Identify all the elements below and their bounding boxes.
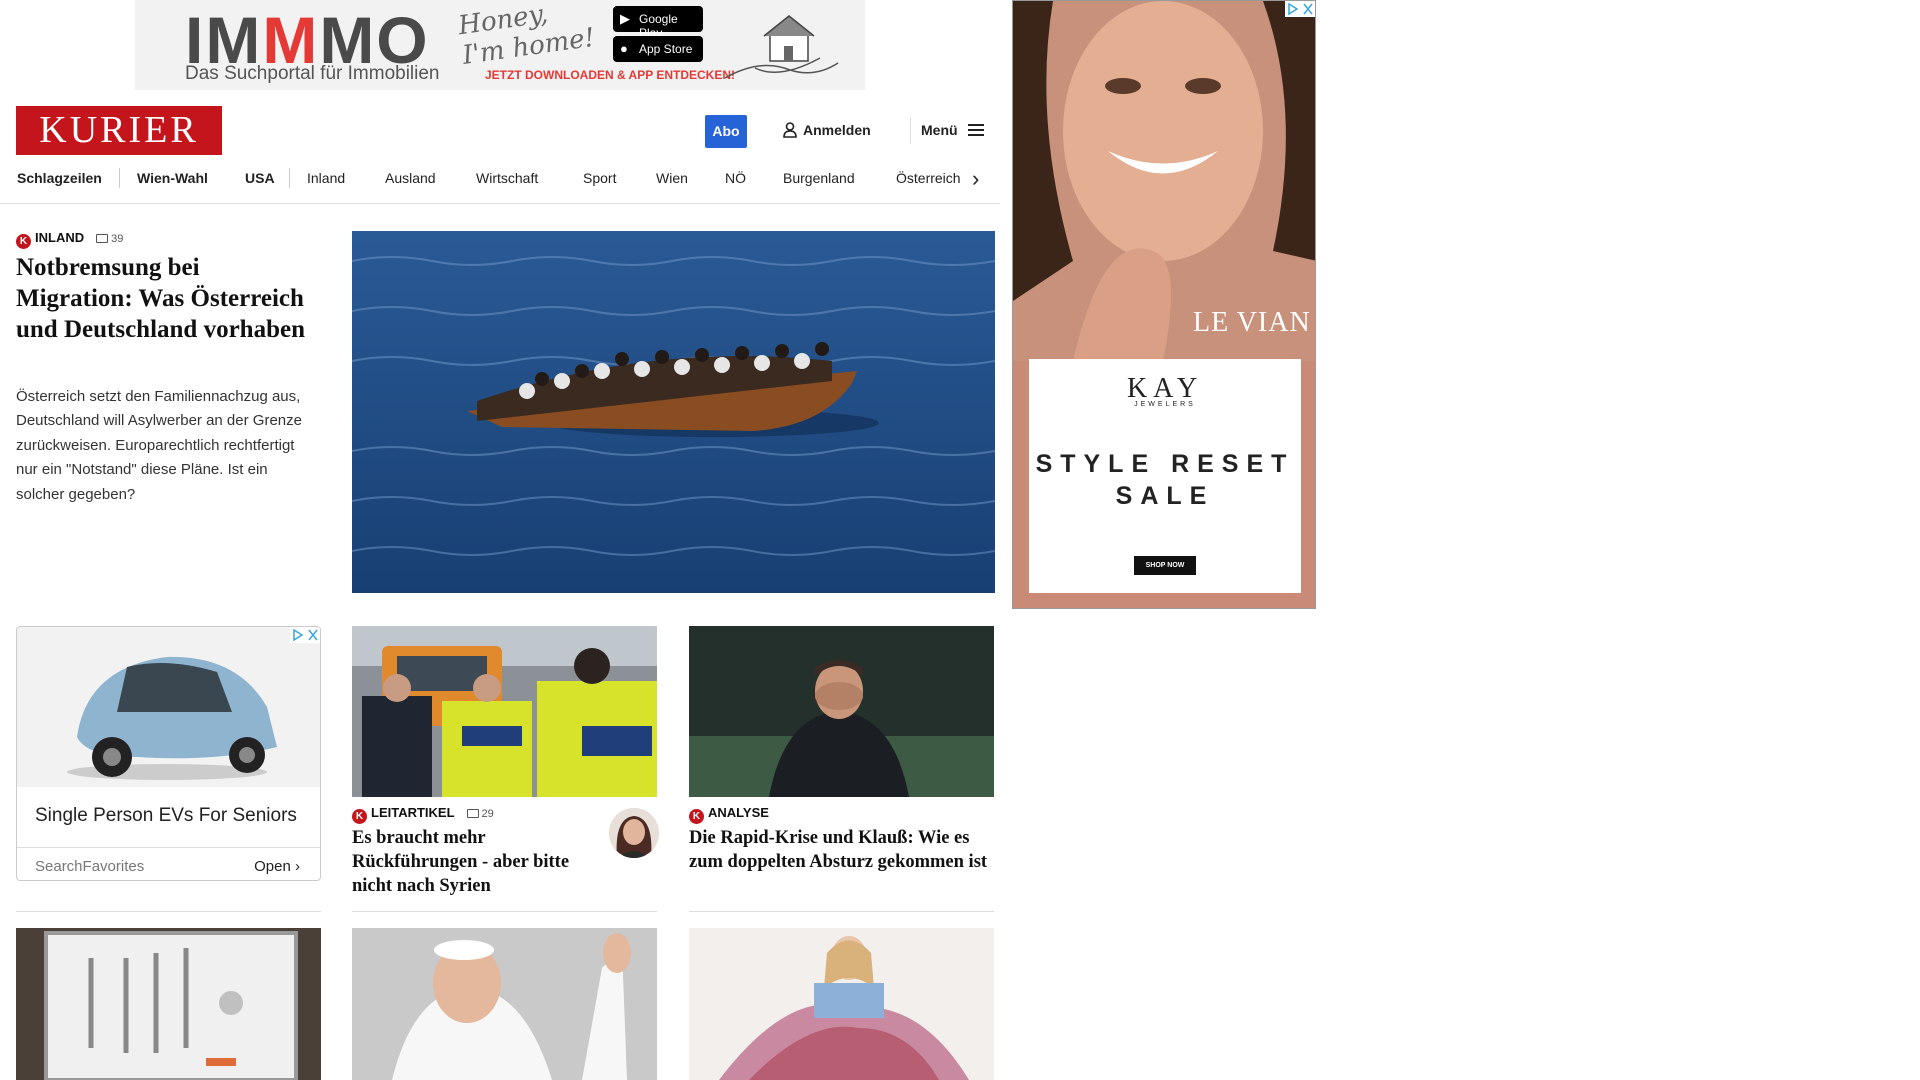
google-play-badge[interactable]: ▶ Google Play (613, 6, 703, 40)
nav-item-usa[interactable]: USA (245, 170, 275, 186)
nav-item-wirtschaft[interactable]: Wirtschaft (476, 170, 538, 186)
ev-sponsored-card[interactable]: Single Person EVs For Seniors SearchFavo… (16, 626, 321, 881)
ad-divider (16, 911, 321, 912)
kurier-k-icon: K (16, 234, 31, 249)
nav-item-wien-wahl[interactable]: Wien-Wahl (137, 170, 208, 186)
hamburger-icon (967, 124, 984, 136)
author-avatar[interactable] (609, 808, 659, 858)
user-icon (783, 122, 797, 138)
banner-handwriting: Honey, I'm home! (456, 0, 597, 71)
story-2-category: ANALYSE (708, 805, 769, 820)
story-1-category: LEITARTIKEL (371, 805, 455, 820)
ev-ad-source: SearchFavorites (35, 858, 145, 875)
ad-choices-icon[interactable] (1285, 1, 1315, 17)
lead-photo-migrant-boat[interactable] (352, 231, 995, 593)
kurier-k-icon: K (352, 809, 367, 824)
story-photo-clothes-pile[interactable] (689, 928, 994, 1080)
nav-item-burgenland[interactable]: Burgenland (783, 170, 855, 186)
ev-ad-open-button[interactable]: Open › (254, 858, 300, 875)
kay-jewelers-label: JEWELERS (1134, 401, 1196, 408)
story-1-comment-count[interactable]: 29 (466, 808, 494, 820)
nav-item-schlagzeilen[interactable]: Schlagzeilen (17, 170, 102, 186)
nav-item-inland[interactable]: Inland (307, 170, 345, 186)
header-divider (910, 118, 911, 144)
banner-tagline: Das Suchportal für Immobilien (185, 63, 440, 84)
lead-kicker[interactable]: K INLAND 39 (16, 230, 123, 249)
story-1-headline[interactable]: Es braucht mehr Rückführungen - aber bit… (352, 826, 597, 898)
story-photo-police[interactable] (352, 626, 657, 797)
immmo-banner-ad[interactable]: IMMMO Das Suchportal für Immobilien Hone… (135, 0, 865, 90)
nav-item-sport[interactable]: Sport (583, 170, 616, 186)
le-vian-kay-ad[interactable]: LE VIAN KAY JEWELERS STYLE RESET SALE SHO… (1012, 0, 1316, 609)
comment-icon (466, 809, 479, 818)
house-in-hand-illustration (724, 15, 839, 79)
banner-cta[interactable]: JETZT DOWNLOADEN & APP ENTDECKEN! (485, 68, 735, 82)
lead-teaser: Österreich setzt den Familiennachzug aus… (16, 388, 302, 503)
kurier-logo[interactable]: KURIER (16, 106, 222, 155)
lead-comment-count[interactable]: 39 (96, 233, 123, 245)
app-store-badge[interactable]: ● App Store (613, 36, 703, 62)
story-2-kicker[interactable]: K ANALYSE (689, 805, 769, 824)
play-store-icon: ▶ (620, 11, 630, 26)
ev-ad-footer: SearchFavorites Open › (17, 847, 320, 880)
story-photo-syringes[interactable] (16, 928, 321, 1080)
nav-item-noe[interactable]: NÖ (725, 170, 746, 186)
story-2-divider (689, 911, 994, 912)
login-label: Anmelden (803, 122, 871, 138)
ev-vehicle-photo (17, 627, 320, 787)
kay-sale-card: KAY JEWELERS STYLE RESET SALE SHOP NOW (1029, 359, 1301, 593)
nav-divider (289, 168, 290, 188)
login-button[interactable]: Anmelden (783, 122, 871, 138)
section-nav: Schlagzeilen Wien-Wahl USA Inland Auslan… (0, 166, 1000, 204)
nav-scroll-right-icon[interactable]: › (972, 166, 979, 192)
menu-label: Menü (921, 122, 958, 138)
ad-choices-icon[interactable] (290, 627, 320, 643)
lead-category: INLAND (35, 230, 85, 245)
lead-headline[interactable]: Notbremsung bei Migration: Was Österreic… (16, 252, 316, 345)
comment-icon (96, 234, 109, 243)
story-1-divider (352, 911, 657, 912)
nav-item-oesterreich[interactable]: Österreich (896, 170, 961, 186)
kurier-k-icon: K (689, 809, 704, 824)
sale-headline: STYLE RESET SALE (1035, 450, 1295, 510)
shop-now-button[interactable]: SHOP NOW (1133, 556, 1197, 575)
nav-item-wien[interactable]: Wien (656, 170, 688, 186)
nav-divider (119, 168, 120, 188)
menu-button[interactable]: Menü (921, 122, 984, 138)
nav-item-ausland[interactable]: Ausland (385, 170, 436, 186)
le-vian-brand: LE VIAN (1193, 307, 1311, 338)
abo-button[interactable]: Abo (705, 115, 747, 148)
story-2-headline[interactable]: Die Rapid-Krise und Klauß: Wie es zum do… (689, 826, 994, 874)
story-photo-rapid-player[interactable] (689, 626, 994, 797)
apple-icon: ● (620, 41, 628, 56)
ev-ad-title[interactable]: Single Person EVs For Seniors (35, 805, 297, 827)
chevron-right-icon: › (295, 858, 300, 875)
story-1-kicker[interactable]: K LEITARTIKEL 29 (352, 805, 494, 824)
story-photo-pope[interactable] (352, 928, 657, 1080)
